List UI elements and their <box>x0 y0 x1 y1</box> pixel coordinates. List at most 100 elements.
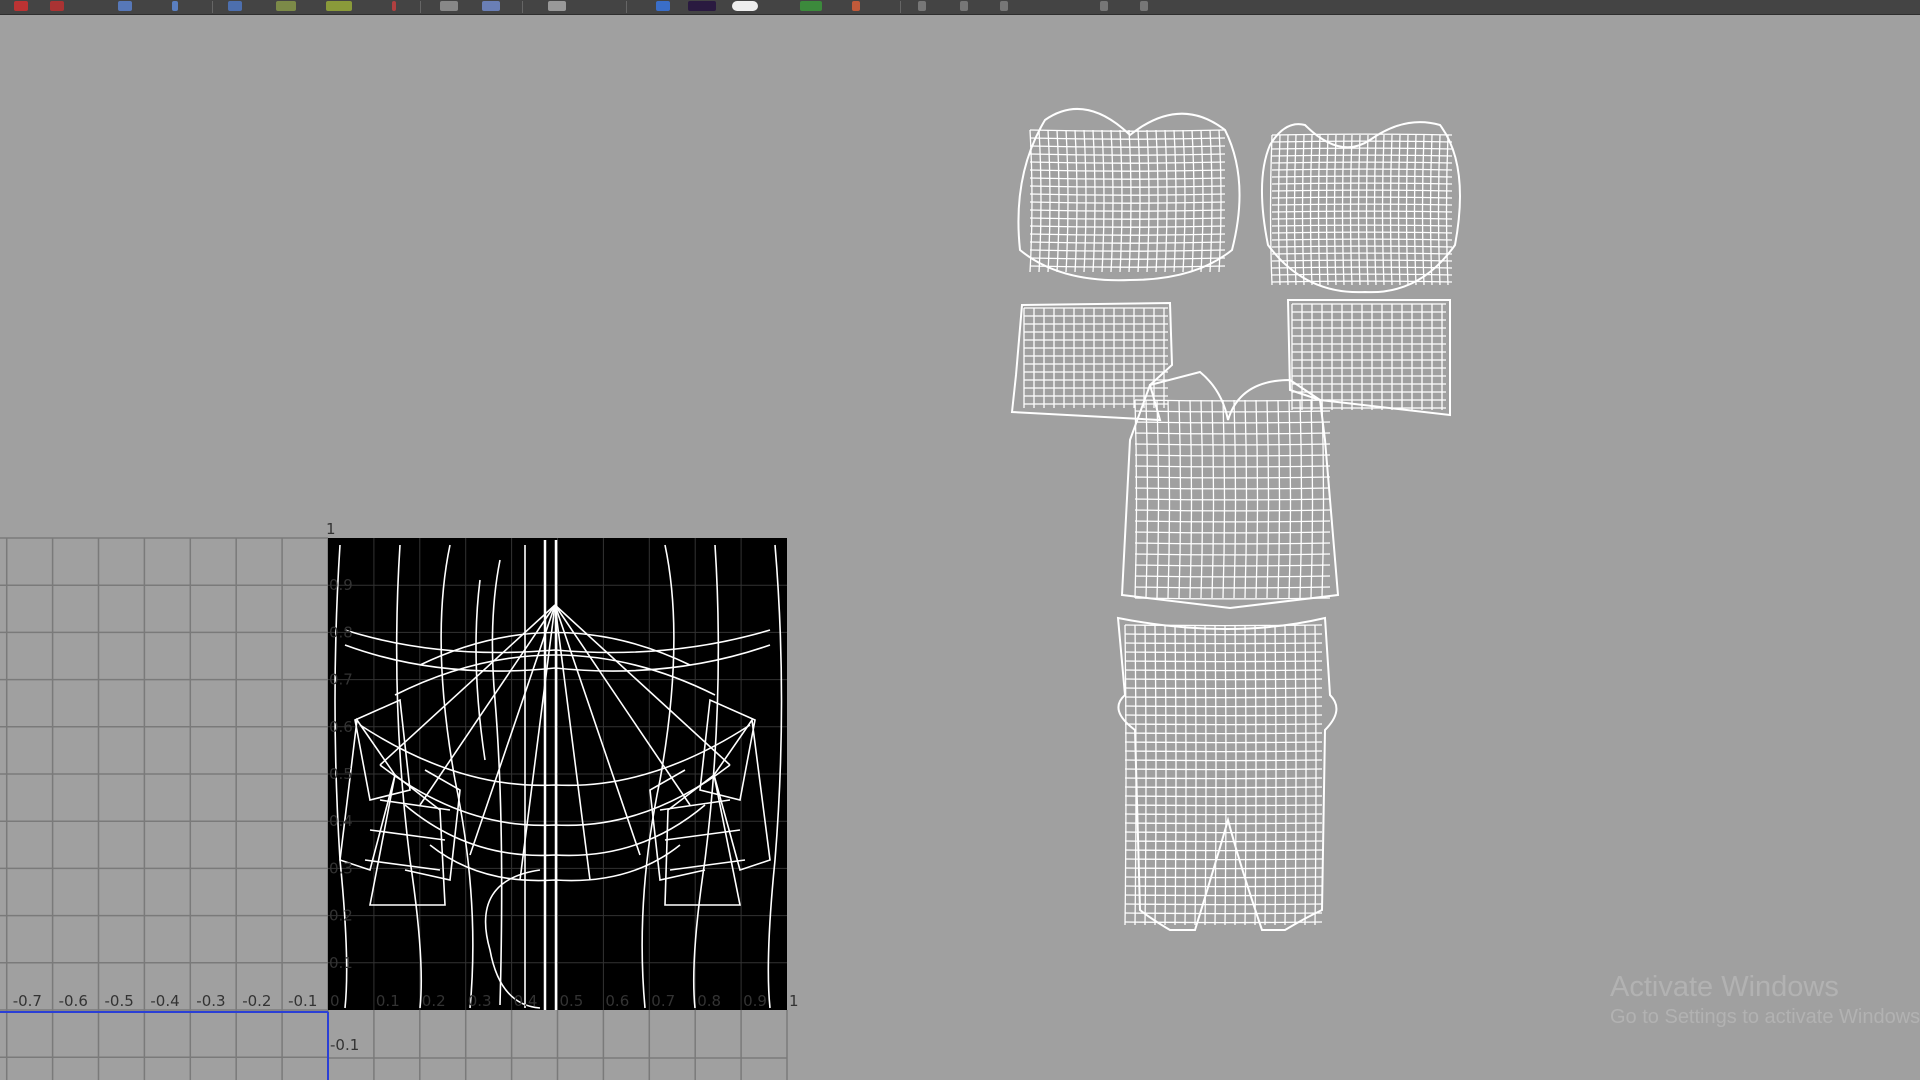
uv-edge <box>1317 134 1321 286</box>
uv-dist-icon[interactable] <box>688 1 716 11</box>
uv-edge <box>1134 509 1331 512</box>
uv-edge <box>1134 443 1331 446</box>
uv-edge <box>1211 399 1215 599</box>
uv-edge <box>1029 185 1226 188</box>
uv-edge <box>1029 137 1226 140</box>
v-tick-label: 0.3 <box>329 859 353 877</box>
uv-edge <box>1029 217 1226 220</box>
move-tool-icon[interactable] <box>50 1 64 11</box>
toolbar-icon[interactable] <box>960 1 968 11</box>
v-tick-label: 0.8 <box>329 623 353 641</box>
uv-edge <box>1124 858 1323 861</box>
uv-edge <box>1124 921 1323 924</box>
uv-shell-bodice-back[interactable] <box>1260 121 1461 294</box>
uv-edge <box>1124 696 1323 699</box>
uv-edge <box>1124 876 1323 879</box>
uv-edge <box>1301 134 1305 286</box>
uv-edge <box>1233 399 1237 599</box>
uv-shell-bodice-front[interactable] <box>1017 108 1241 282</box>
cut-uv-icon[interactable] <box>228 1 242 11</box>
uv-edge <box>1277 399 1281 599</box>
toolbar-icon[interactable] <box>1140 1 1148 11</box>
uv-edge <box>1124 723 1323 726</box>
uv-edge <box>1445 134 1449 286</box>
uv-edge <box>1285 134 1289 286</box>
u-tick-label: 0.2 <box>422 992 446 1010</box>
uv-edge <box>1134 498 1331 501</box>
u-tick-label: -0.5 <box>105 992 134 1010</box>
uv-edge <box>1029 249 1226 252</box>
uv-edge <box>1134 410 1331 413</box>
uv-edge <box>1124 885 1323 888</box>
uv-edge <box>1029 257 1226 260</box>
uv-edge <box>1124 813 1323 816</box>
uv-edge <box>1134 399 1331 402</box>
select-tool-icon[interactable] <box>14 1 28 11</box>
toolbar-icon[interactable] <box>1000 1 1008 11</box>
shaded-icon[interactable] <box>548 1 566 11</box>
uv-edge <box>1124 804 1323 807</box>
v-tick-label: 0.2 <box>329 907 353 925</box>
grid-icon[interactable] <box>392 1 396 11</box>
uv-edge <box>1271 161 1453 164</box>
uv-edge <box>1271 280 1453 283</box>
uv-edge <box>1029 153 1226 156</box>
toolbar-separator <box>626 1 627 13</box>
uv-edge <box>1134 465 1331 468</box>
pin-icon[interactable] <box>800 1 822 11</box>
uv-shell-sleeves[interactable] <box>1010 299 1451 422</box>
uv-edge <box>1271 168 1453 171</box>
uv-edge <box>1134 564 1331 567</box>
uv-snapshot-icon[interactable] <box>118 1 132 11</box>
uv-editor-toolbar <box>0 0 1920 15</box>
uv-edge <box>1029 161 1226 164</box>
v-tick-label: 0.5 <box>329 765 353 783</box>
isolate-icon[interactable] <box>918 1 926 11</box>
v-tick-label: 0.4 <box>329 812 353 830</box>
uv-edge <box>1189 399 1193 599</box>
toolbar-separator <box>900 1 901 13</box>
u-tick-label: 0.7 <box>651 992 675 1010</box>
checker-icon[interactable] <box>482 1 500 11</box>
v-top-label: 1 <box>326 520 336 538</box>
uv-edge <box>1124 795 1323 798</box>
uv-edge <box>1124 687 1323 690</box>
frame-icon[interactable] <box>852 1 860 11</box>
render-icon[interactable] <box>732 1 758 11</box>
uv-edge <box>1124 867 1323 870</box>
u-tick-label: 0.5 <box>560 992 584 1010</box>
sew-uv-icon[interactable] <box>276 1 296 11</box>
uv-shells[interactable] <box>1010 108 1461 931</box>
uv-edge <box>1271 210 1453 213</box>
v-tick-label: 0.9 <box>329 576 353 594</box>
split-icon[interactable] <box>326 1 352 11</box>
display-image-icon[interactable] <box>440 1 458 11</box>
uv-edge <box>1271 196 1453 199</box>
uv-edge <box>1271 154 1453 157</box>
uv-edge <box>1271 273 1453 276</box>
uv-shell-pants[interactable] <box>1116 616 1338 931</box>
uv-edge <box>1029 129 1226 132</box>
uv-edge <box>1381 134 1385 286</box>
uv-editor-viewport[interactable]: -0.7 -0.6 -0.5 -0.4 -0.3 -0.2 -0.1 0 0.1 0.2 0.3 0.… <box>0 15 1920 1080</box>
layout-icon[interactable] <box>172 1 178 11</box>
uv-edge <box>1271 266 1453 269</box>
toolbar-separator <box>212 1 213 13</box>
uv-edge <box>1029 209 1226 212</box>
uv-edge <box>1124 777 1323 780</box>
uv-edge <box>1271 252 1453 255</box>
uv-edge <box>1271 147 1453 150</box>
uv-edge <box>1271 203 1453 206</box>
uv-edge <box>1134 487 1331 490</box>
uv-edge <box>1029 265 1226 268</box>
uv-edge <box>1277 134 1281 286</box>
color-icon[interactable] <box>656 1 670 11</box>
u-tick-label: 1 <box>789 992 799 1010</box>
uv-edge <box>1309 134 1313 286</box>
uv-edge <box>1325 134 1329 286</box>
toolbar-icon[interactable] <box>1100 1 1108 11</box>
uv-edge <box>1124 759 1323 762</box>
uv-edge <box>1029 193 1226 196</box>
uv-edge <box>1255 399 1259 599</box>
uv-edge <box>1373 134 1377 286</box>
